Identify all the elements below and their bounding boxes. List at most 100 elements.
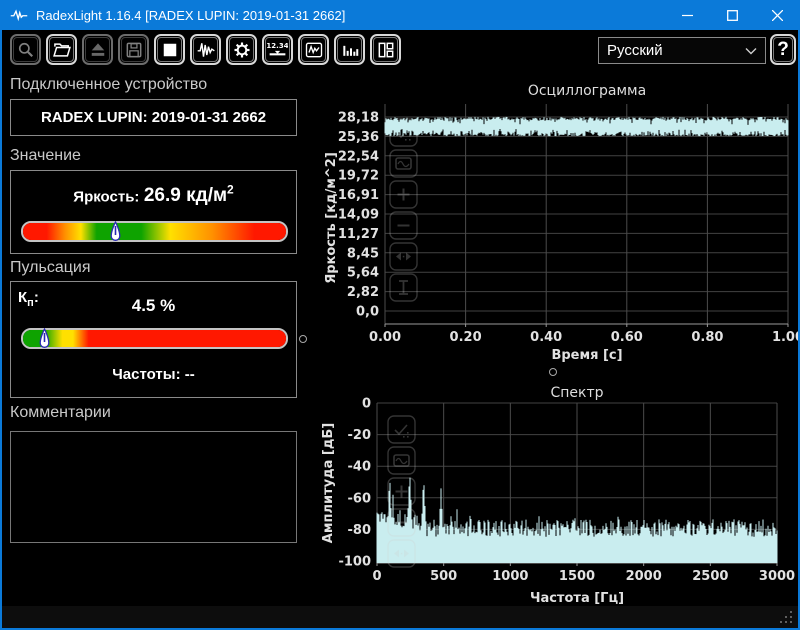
chevron-down-icon: [745, 42, 757, 59]
maximize-button[interactable]: [710, 0, 755, 30]
y-tick-label: 25,36: [338, 130, 379, 145]
x-tick-label: 0.60: [611, 330, 643, 345]
pulsation-box: Кп: 4.5 % Частоты: --: [10, 281, 297, 398]
y-tick-label: 16,91: [338, 188, 379, 203]
floppy-save-icon: [121, 37, 146, 62]
spectrum-view-button[interactable]: [334, 34, 365, 65]
luminance-value: 26.9: [144, 185, 181, 206]
help-label: ?: [777, 39, 789, 61]
oscillogram-title: Осциллограмма: [528, 83, 646, 99]
x-tick-label: 1.00: [772, 330, 800, 345]
oscillogram-chart[interactable]: Осциллограмма Яркость [кд/м^2] 28,18 25,3…: [310, 78, 800, 370]
value-box: Яркость: 26.9 кд/м2: [10, 170, 297, 254]
luminance-readout: Яркость: 26.9 кд/м2: [11, 183, 296, 207]
y-tick-label: 0: [362, 397, 371, 412]
app-logo-icon: [10, 8, 28, 22]
toolbar: 12.34 Русский ?: [2, 30, 798, 72]
stop-measurement-button[interactable]: [154, 34, 185, 65]
chart-autoscale-button[interactable]: [388, 447, 415, 474]
pulsation-gauge-bar: [21, 328, 288, 349]
vertical-splitter-handle[interactable]: [299, 335, 307, 343]
stop-icon: [157, 37, 182, 62]
language-select[interactable]: Русский: [598, 37, 766, 64]
search-icon: [13, 37, 38, 62]
eject-device-button[interactable]: [82, 34, 113, 65]
spectrum-view-icon: [337, 37, 362, 62]
spectrum-ylabel: Амплитуда [дБ]: [321, 423, 336, 543]
y-tick-label: -80: [348, 523, 372, 538]
frequencies-readout: Частоты: --: [11, 366, 296, 383]
x-tick-label: 1000: [492, 569, 528, 584]
x-tick-label: 0.40: [530, 330, 562, 345]
y-tick-label: -100: [338, 555, 371, 570]
x-tick-label: 0.00: [369, 330, 401, 345]
oscillogram-ylabel: Яркость [кд/м^2]: [324, 152, 339, 284]
frequencies-value: --: [185, 366, 195, 383]
x-tick-label: 2000: [626, 569, 662, 584]
eject-icon: [85, 37, 110, 62]
chart-autoscale-button[interactable]: [390, 150, 417, 177]
x-tick-label: 0.80: [691, 330, 723, 345]
x-tick-label: 500: [430, 569, 457, 584]
luminance-unit: кд/м: [186, 185, 227, 206]
oscillogram-xlabel: Время [с]: [551, 348, 622, 363]
comments-section-header: Комментарии: [10, 404, 111, 422]
status-bar: [2, 606, 798, 628]
svg-text:12.34: 12.34: [267, 42, 288, 50]
spectrum-title: Спектр: [550, 385, 603, 401]
title-bar[interactable]: RadexLight 1.16.4 [RADEX LUPIN: 2019-01-…: [0, 0, 800, 30]
layout-panels-icon: [373, 37, 398, 62]
chart-fit-vertical-button[interactable]: [390, 274, 417, 301]
device-section-header: Подключенное устройство: [10, 76, 207, 94]
chart-fit-horizontal-button[interactable]: [390, 243, 417, 270]
numeric-display-button[interactable]: 12.34: [262, 34, 293, 65]
y-tick-label: -60: [348, 491, 372, 506]
y-tick-label: 28,18: [338, 111, 379, 126]
device-name-box: RADEX LUPIN: 2019-01-31 2662: [10, 99, 297, 136]
y-tick-label: 14,09: [338, 208, 379, 223]
pulsation-section-header: Пульсация: [10, 259, 90, 277]
x-tick-label: 0.20: [450, 330, 482, 345]
window-title: RadexLight 1.16.4 [RADEX LUPIN: 2019-01-…: [36, 8, 345, 23]
y-tick-label: -20: [348, 428, 372, 443]
oscillogram-view-button[interactable]: [298, 34, 329, 65]
y-tick-label: 22,54: [338, 149, 379, 164]
chart-select-points-button[interactable]: [388, 416, 415, 443]
kp-value: 4.5 %: [11, 296, 296, 316]
minimize-button[interactable]: [665, 0, 710, 30]
spectrum-chart[interactable]: Спектр Амплитуда [дБ] 0-20-40-60-80-1000…: [310, 382, 800, 610]
device-name: RADEX LUPIN: 2019-01-31 2662: [41, 109, 266, 126]
open-folder-icon: [49, 37, 74, 62]
y-tick-label: 5,64: [347, 266, 379, 281]
comments-input[interactable]: [10, 431, 297, 543]
spectrum-xlabel: Частота [Гц]: [530, 591, 624, 606]
gauge-marker: [110, 221, 121, 245]
luminance-label: Яркость:: [73, 188, 139, 205]
numeric-display-icon: 12.34: [265, 37, 290, 62]
oscillogram-view-icon: [301, 37, 326, 62]
y-tick-label: 8,45: [347, 246, 379, 261]
x-tick-label: 1500: [559, 569, 595, 584]
close-button[interactable]: [755, 0, 800, 30]
y-tick-label: -40: [348, 460, 372, 475]
x-tick-label: 0: [372, 569, 381, 584]
x-tick-label: 2500: [692, 569, 728, 584]
layout-panels-button[interactable]: [370, 34, 401, 65]
resize-grip[interactable]: [778, 609, 794, 625]
chart-zoom-out-button[interactable]: [390, 212, 417, 239]
frequencies-label: Частоты:: [112, 366, 180, 383]
help-button[interactable]: ?: [770, 34, 796, 65]
language-selected-label: Русский: [607, 42, 663, 59]
gauge-marker: [39, 328, 50, 352]
save-button[interactable]: [118, 34, 149, 65]
record-waveform-button[interactable]: [190, 34, 221, 65]
y-tick-label: 0,0: [356, 305, 379, 320]
y-tick-label: 2,82: [347, 285, 379, 300]
value-section-header: Значение: [10, 147, 81, 165]
x-tick-label: 3000: [759, 569, 795, 584]
y-tick-label: 11,27: [338, 227, 379, 242]
search-device-button[interactable]: [10, 34, 41, 65]
open-file-button[interactable]: [46, 34, 77, 65]
luminance-gauge-bar: [21, 221, 288, 242]
settings-button[interactable]: [226, 34, 257, 65]
